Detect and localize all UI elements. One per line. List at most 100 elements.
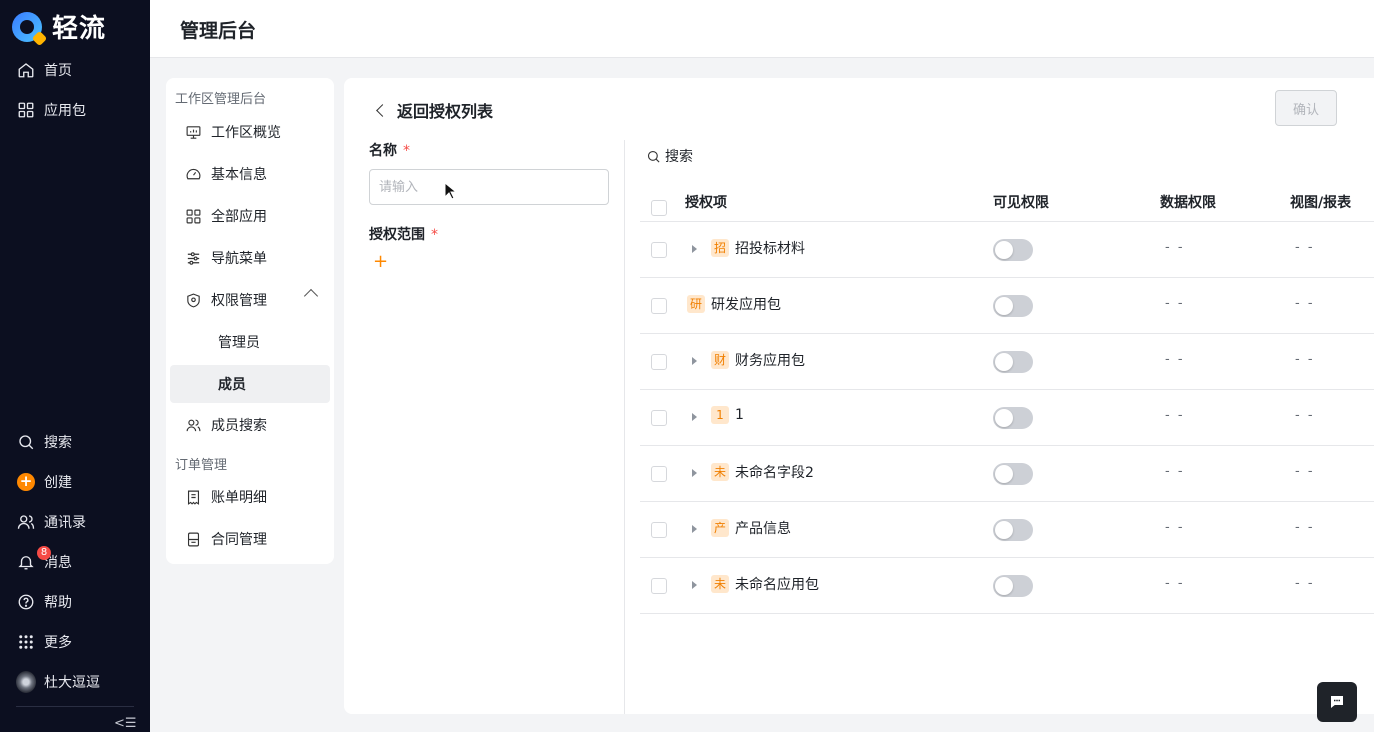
nav-item-label: 帮助 — [44, 595, 72, 611]
data-permission-value: - - — [1165, 520, 1185, 535]
row-checkbox[interactable] — [651, 522, 667, 538]
nav-item-profile[interactable]: 杜大逗逗 — [16, 670, 100, 694]
table-row[interactable]: 产产品信息 - - - - — [640, 502, 1374, 558]
name-input[interactable] — [369, 169, 609, 205]
chat-bubble-icon — [1331, 696, 1343, 708]
table-row[interactable]: 招招投标材料 - - - - — [640, 222, 1374, 278]
bill-icon — [183, 487, 203, 507]
sidebar-item-label: 基本信息 — [211, 167, 267, 183]
item-chip: 未 — [711, 575, 729, 593]
row-label: 产品信息 — [735, 521, 791, 537]
row-label: 1 — [735, 407, 744, 423]
nav-item-home[interactable]: 首页 — [16, 58, 72, 82]
select-all-checkbox[interactable] — [651, 200, 667, 216]
data-permission-value: - - — [1165, 408, 1185, 423]
apps-icon — [183, 206, 203, 226]
row-checkbox[interactable] — [651, 354, 667, 370]
visible-toggle[interactable] — [993, 463, 1033, 485]
sidebar-item-members[interactable]: 成员 — [218, 372, 246, 396]
sidebar-item-permissions[interactable]: 权限管理 — [183, 288, 267, 312]
expand-triangle-icon[interactable] — [692, 413, 697, 421]
sidebar-item-label: 工作区概览 — [211, 125, 281, 141]
expand-triangle-icon[interactable] — [692, 357, 697, 365]
item-chip: 研 — [687, 295, 705, 313]
bell-icon: 8 — [16, 546, 51, 572]
nav-item-messages[interactable]: 8 消息 — [16, 546, 72, 574]
active-item-highlight — [170, 365, 330, 403]
row-checkbox[interactable] — [651, 410, 667, 426]
data-permission-value: - - — [1165, 352, 1185, 367]
chat-button[interactable] — [1317, 682, 1357, 722]
nav-item-search[interactable]: 搜索 — [16, 430, 72, 454]
row-name: 11 — [711, 406, 744, 424]
visible-toggle[interactable] — [993, 575, 1033, 597]
row-name: 招招投标材料 — [711, 238, 805, 258]
required-mark: * — [431, 227, 438, 243]
row-checkbox[interactable] — [651, 298, 667, 314]
sidebar-item-label: 成员搜索 — [211, 418, 267, 434]
message-count-badge: 8 — [37, 546, 51, 560]
table-row[interactable]: 11 - - - - — [640, 390, 1374, 446]
logo-text: 轻流 — [52, 14, 107, 44]
sidebar-item-nav-menu[interactable]: 导航菜单 — [183, 246, 267, 270]
contacts-icon — [16, 512, 36, 532]
scope-label: 授权范围 * — [369, 224, 438, 244]
row-label: 研发应用包 — [711, 297, 781, 313]
name-label: 名称 * — [369, 140, 410, 160]
row-name: 研研发应用包 — [687, 294, 781, 314]
nav-item-app-packages[interactable]: 应用包 — [16, 98, 86, 122]
nav-item-more[interactable]: 更多 — [16, 630, 72, 654]
nav-item-contacts[interactable]: 通讯录 — [16, 510, 86, 534]
visible-toggle[interactable] — [993, 519, 1033, 541]
sidebar-item-label: 账单明细 — [211, 490, 267, 506]
visible-toggle[interactable] — [993, 239, 1033, 261]
sidebar-item-all-apps[interactable]: 全部应用 — [183, 204, 267, 228]
visible-toggle[interactable] — [993, 295, 1033, 317]
view-permission-value: - - — [1295, 352, 1315, 367]
search-icon — [16, 432, 36, 452]
logo-mark-icon — [12, 11, 42, 42]
app-logo[interactable]: 轻流 — [12, 8, 106, 45]
chevron-up-icon[interactable] — [303, 288, 319, 304]
expand-triangle-icon[interactable] — [692, 469, 697, 477]
sidebar-item-admins[interactable]: 管理员 — [218, 330, 260, 354]
contract-icon — [183, 529, 203, 549]
add-scope-button[interactable]: + — [373, 253, 388, 271]
nav-item-label: 应用包 — [44, 103, 86, 119]
item-chip: 招 — [711, 239, 729, 257]
expand-triangle-icon[interactable] — [692, 581, 697, 589]
name-label-text: 名称 — [369, 143, 397, 159]
visible-toggle[interactable] — [993, 351, 1033, 373]
required-mark: * — [403, 143, 410, 159]
back-to-list-link[interactable]: 返回授权列表 — [374, 98, 493, 122]
row-checkbox[interactable] — [651, 578, 667, 594]
row-checkbox[interactable] — [651, 242, 667, 258]
table-row[interactable]: 研研发应用包 - - - - — [640, 278, 1374, 334]
sidebar-item-member-search[interactable]: 成员搜索 — [183, 413, 267, 437]
table-row[interactable]: 未未命名字段2 - - - - — [640, 446, 1374, 502]
sidebar-item-bill-details[interactable]: 账单明细 — [183, 485, 267, 509]
plus-circle-icon: + — [16, 472, 36, 492]
collapse-nav-icon[interactable]: <☰ — [114, 716, 137, 731]
expand-triangle-icon[interactable] — [692, 525, 697, 533]
confirm-button[interactable]: 确认 — [1275, 90, 1337, 126]
user-name: 杜大逗逗 — [44, 675, 100, 691]
gauge-icon — [183, 164, 203, 184]
sidebar-item-label: 全部应用 — [211, 209, 267, 225]
panel-divider — [624, 140, 625, 714]
row-checkbox[interactable] — [651, 466, 667, 482]
nav-item-create[interactable]: + 创建 — [16, 470, 72, 494]
sidebar-item-basic-info[interactable]: 基本信息 — [183, 162, 267, 186]
visible-toggle[interactable] — [993, 407, 1033, 429]
table-row[interactable]: 财财务应用包 - - - - — [640, 334, 1374, 390]
nav-item-help[interactable]: 帮助 — [16, 590, 72, 614]
table-row[interactable]: 未未命名应用包 - - - - — [640, 558, 1374, 614]
chevron-left-icon — [376, 103, 389, 117]
expand-triangle-icon[interactable] — [692, 245, 697, 253]
sidebar-item-workspace-overview[interactable]: 工作区概览 — [183, 120, 281, 144]
sidebar-item-label: 权限管理 — [211, 293, 267, 309]
page-title: 管理后台 — [180, 20, 257, 42]
sidebar-item-contracts[interactable]: 合同管理 — [183, 527, 267, 551]
row-label: 未命名应用包 — [735, 577, 819, 593]
search-box[interactable]: 搜索 — [646, 146, 693, 166]
